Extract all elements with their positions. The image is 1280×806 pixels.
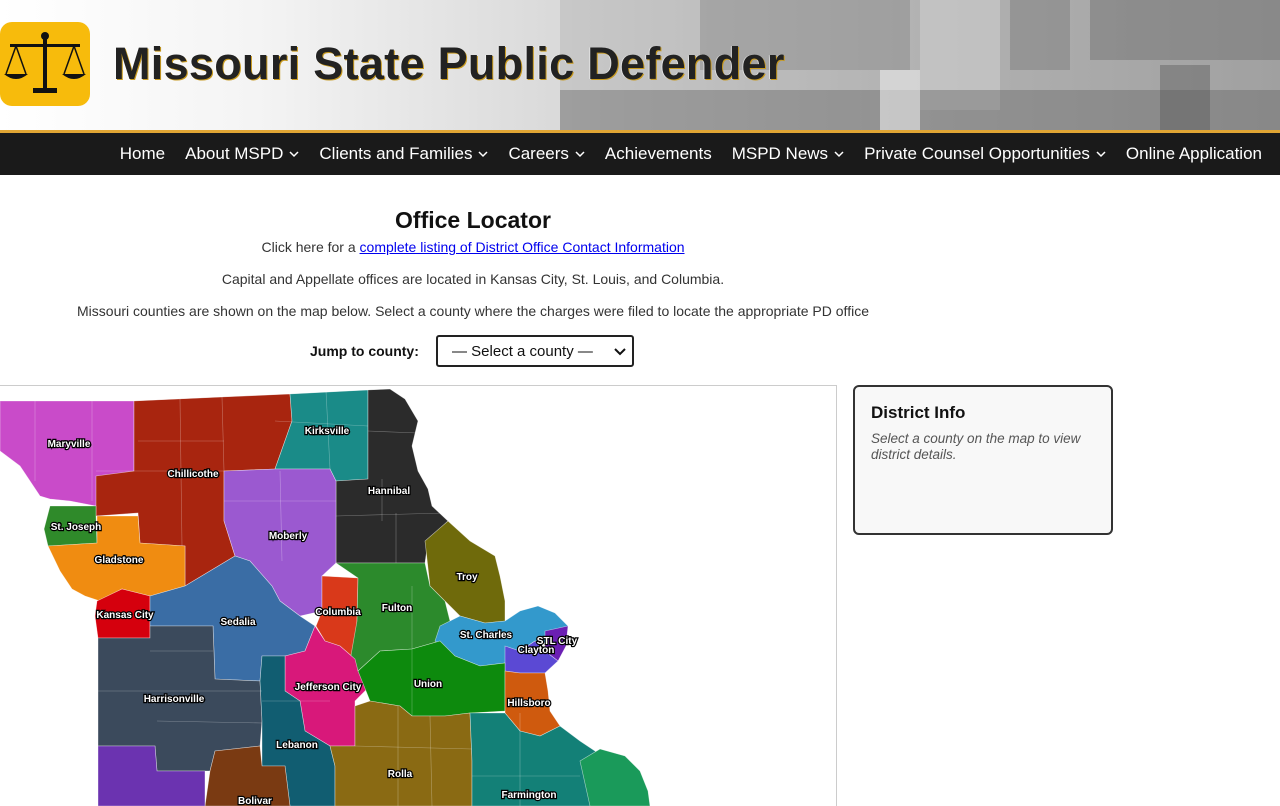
chevron-down-icon [614, 348, 626, 356]
nav-item-clients-and-families[interactable]: Clients and Families [319, 144, 488, 164]
office-label-jefferson-city[interactable]: Jefferson City [293, 681, 363, 694]
nav-item-label: Clients and Families [319, 144, 473, 163]
logo[interactable] [0, 22, 90, 106]
county-select-value: — Select a county — [452, 342, 593, 360]
nav-item-label: Online Application [1125, 144, 1262, 163]
office-label-lebanon[interactable]: Lebanon [275, 739, 319, 752]
nav-item-label: About MSPD [185, 144, 284, 163]
chevron-down-icon [289, 151, 299, 158]
nav-item-about-mspd[interactable]: About MSPD [185, 144, 299, 164]
nav-item-label: Private Counsel Opportunities [864, 144, 1090, 163]
office-label-st-charles[interactable]: St. Charles [459, 629, 514, 642]
office-label-kirksville[interactable]: Kirksville [304, 425, 351, 438]
jump-to-county-label: Jump to county: [310, 343, 419, 359]
office-label-moberly[interactable]: Moberly [268, 530, 309, 543]
office-label-st-joseph[interactable]: St. Joseph [50, 521, 103, 534]
main-navigation: Home About MSPD Clients and Families Car… [0, 133, 1280, 175]
nav-item-achievements[interactable]: Achievements [605, 144, 712, 164]
district-info-title: District Info [871, 403, 966, 422]
nav-item-online-application[interactable]: Online Application [1126, 144, 1262, 164]
office-label-maryville[interactable]: Maryville [46, 438, 92, 451]
page-title: Office Locator [395, 207, 551, 233]
listing-prefix: Click here for a [261, 239, 360, 255]
site-title[interactable]: Missouri State Public Defender [113, 38, 785, 90]
county-select[interactable]: — Select a county — [436, 335, 634, 367]
office-label-columbia[interactable]: Columbia [314, 606, 362, 619]
nav-item-label: MSPD News [731, 144, 829, 163]
office-label-rolla[interactable]: Rolla [387, 768, 414, 781]
office-label-harrisonville[interactable]: Harrisonville [143, 693, 206, 706]
nav-item-private-counsel-opportunities[interactable]: Private Counsel Opportunities [864, 144, 1106, 164]
scales-of-justice-icon [4, 32, 86, 93]
office-label-sedalia[interactable]: Sedalia [219, 616, 257, 629]
office-label-gladstone[interactable]: Gladstone [93, 554, 145, 567]
chevron-down-icon [834, 151, 844, 158]
office-label-farmington[interactable]: Farmington [500, 789, 557, 802]
county-map[interactable]: Maryville Kirksville Chillicothe Hanniba… [0, 385, 837, 806]
office-label-union[interactable]: Union [413, 678, 444, 691]
office-label-kansas-city[interactable]: Kansas City [95, 609, 155, 622]
nav-item-label: Careers [508, 144, 569, 163]
chevron-down-icon [478, 151, 488, 158]
office-label-bolivar[interactable]: Bolivar [237, 795, 273, 806]
map-instructions: Missouri counties are shown on the map b… [77, 303, 869, 319]
office-label-clayton[interactable]: Clayton [516, 644, 555, 657]
nav-item-label: Achievements [604, 144, 712, 163]
nav-item-label: Home [119, 144, 166, 163]
office-label-fulton[interactable]: Fulton [381, 602, 414, 615]
nav-item-mspd-news[interactable]: MSPD News [732, 144, 844, 164]
chevron-down-icon [575, 151, 585, 158]
district-office-listing-link[interactable]: complete listing of District Office Cont… [360, 239, 685, 255]
missouri-county-map[interactable]: Maryville Kirksville Chillicothe Hanniba… [0, 386, 836, 806]
listing-line: Click here for a complete listing of Dis… [0, 239, 946, 255]
office-label-troy[interactable]: Troy [455, 571, 479, 584]
office-label-hillsboro[interactable]: Hillsboro [506, 697, 552, 710]
district-info-hint: Select a county on the map to view distr… [871, 431, 1081, 462]
nav-item-home[interactable]: Home [120, 144, 165, 164]
capital-offices-note: Capital and Appellate offices are locate… [221, 271, 725, 287]
office-label-chillicothe[interactable]: Chillicothe [166, 468, 220, 481]
district-region-southeast[interactable] [579, 748, 651, 806]
chevron-down-icon [1096, 151, 1106, 158]
office-label-hannibal[interactable]: Hannibal [367, 485, 412, 498]
site-header: Missouri State Public Defender [0, 0, 1280, 130]
district-info-panel: District Info Select a county on the map… [853, 385, 1113, 535]
nav-item-careers[interactable]: Careers [508, 144, 585, 164]
